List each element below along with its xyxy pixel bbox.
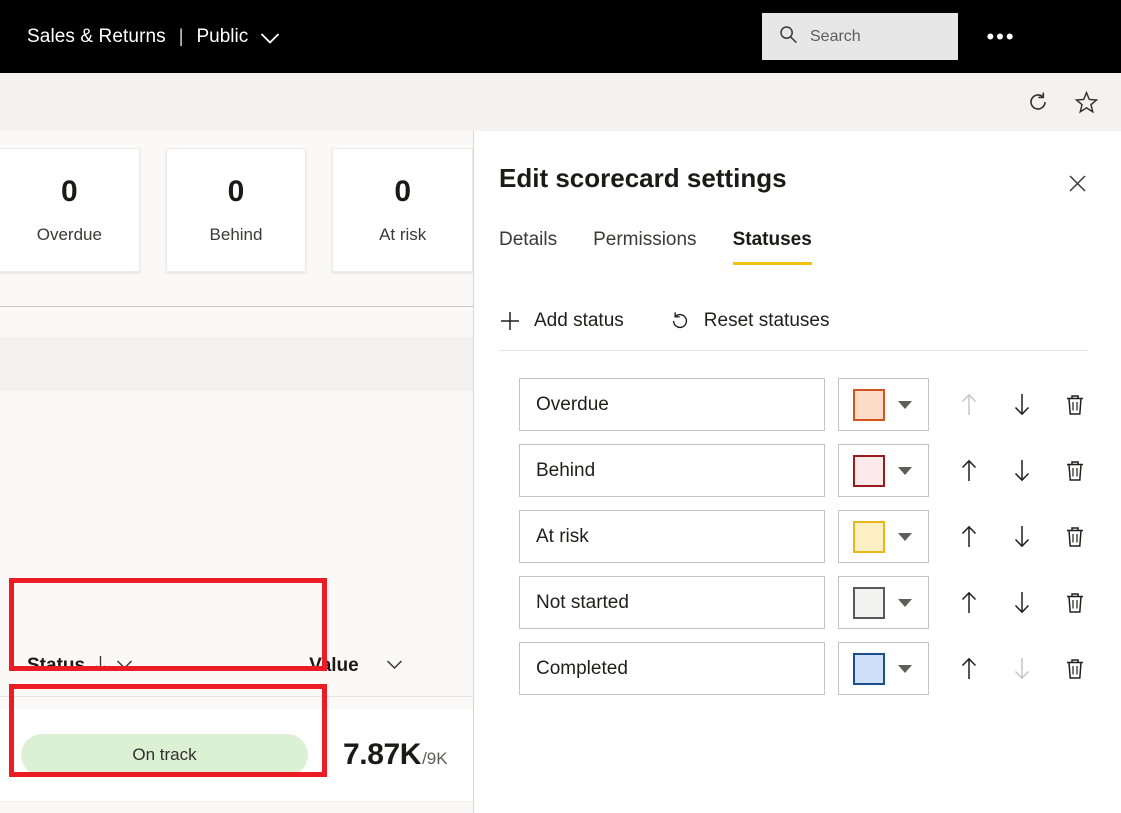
close-icon[interactable] <box>1060 166 1094 200</box>
status-row: Behind <box>474 444 1121 497</box>
tab-details[interactable]: Details <box>499 229 557 265</box>
top-navigation-bar: Sales & Returns | Public Search ••• <box>0 0 1121 73</box>
chevron-down-icon[interactable] <box>898 598 912 607</box>
delete-status-button[interactable] <box>1053 647 1097 691</box>
move-down-button[interactable] <box>1000 647 1044 691</box>
star-icon[interactable] <box>1065 81 1107 123</box>
chevron-down-icon[interactable] <box>898 532 912 541</box>
panel-tab-list: Details Permissions Statuses <box>499 229 848 265</box>
tab-statuses[interactable]: Statuses <box>732 229 812 265</box>
color-swatch <box>853 520 885 553</box>
kpi-label: At risk <box>379 225 427 244</box>
delete-status-button[interactable] <box>1053 581 1097 625</box>
kpi-label: Behind <box>209 225 263 244</box>
reset-statuses-label: Reset statuses <box>703 310 830 331</box>
value-current: 7.87K <box>343 738 422 771</box>
move-down-button[interactable] <box>1000 383 1044 427</box>
chevron-down-icon[interactable] <box>260 32 280 45</box>
kpi-value: 0 <box>227 175 245 208</box>
status-cell[interactable]: On track <box>0 734 327 776</box>
kpi-card-strip: 0 Overdue 0 Behind 0 At risk <box>0 148 473 274</box>
column-header-label: Value <box>309 655 359 676</box>
move-up-button[interactable] <box>947 647 991 691</box>
chevron-down-icon[interactable] <box>898 400 912 409</box>
move-down-button[interactable] <box>1000 515 1044 559</box>
report-canvas: 0 Overdue 0 Behind 0 At risk Status Valu… <box>0 131 473 813</box>
status-color-picker[interactable] <box>838 576 929 629</box>
column-header-value[interactable]: Value <box>309 655 403 677</box>
status-color-picker[interactable] <box>838 378 929 431</box>
kpi-card-overdue[interactable]: 0 Overdue <box>0 148 140 272</box>
more-options-button[interactable]: ••• <box>978 14 1024 59</box>
search-placeholder: Search <box>810 27 861 45</box>
chevron-down-icon[interactable] <box>116 657 133 675</box>
kpi-value: 0 <box>60 175 78 208</box>
color-swatch <box>853 586 885 619</box>
status-list: Overdue Behind At risk Not started Compl… <box>474 378 1121 708</box>
table-header-row: Status Value <box>0 636 473 697</box>
status-name-input[interactable]: Not started <box>519 576 825 629</box>
status-row: Completed <box>474 642 1121 695</box>
status-row: Not started <box>474 576 1121 629</box>
delete-status-button[interactable] <box>1053 383 1097 427</box>
kpi-card-at-risk[interactable]: 0 At risk <box>332 148 473 272</box>
column-header-status[interactable]: Status <box>27 655 133 677</box>
secondary-toolbar <box>0 73 1121 131</box>
move-up-button[interactable] <box>947 449 991 493</box>
chevron-down-icon[interactable] <box>898 664 912 673</box>
app-title[interactable]: Sales & Returns <box>27 26 166 48</box>
report-spacer-lower <box>0 337 473 391</box>
chevron-down-icon[interactable] <box>898 466 912 475</box>
search-input[interactable]: Search <box>762 13 958 60</box>
move-up-button[interactable] <box>947 581 991 625</box>
workspace-name[interactable]: Public <box>196 26 248 48</box>
refresh-icon[interactable] <box>1017 81 1059 123</box>
status-row: At risk <box>474 510 1121 563</box>
color-swatch <box>853 388 885 421</box>
value-cell: 7.87K /9K <box>343 738 448 772</box>
table-row[interactable]: On track 7.87K /9K <box>0 709 473 802</box>
tab-permissions[interactable]: Permissions <box>593 229 696 265</box>
row-gap <box>0 802 473 813</box>
column-header-label: Status <box>27 655 86 676</box>
breadcrumb-separator: | <box>178 25 184 46</box>
status-name-input[interactable]: Completed <box>519 642 825 695</box>
chevron-down-icon[interactable] <box>386 657 403 675</box>
delete-status-button[interactable] <box>1053 515 1097 559</box>
status-name-input[interactable]: Behind <box>519 444 825 497</box>
move-up-button[interactable] <box>947 515 991 559</box>
status-color-picker[interactable] <box>838 444 929 497</box>
reset-icon <box>669 310 691 332</box>
status-color-picker[interactable] <box>838 642 929 695</box>
move-up-button[interactable] <box>947 383 991 427</box>
command-bar-divider <box>499 350 1087 351</box>
delete-status-button[interactable] <box>1053 449 1097 493</box>
status-row: Overdue <box>474 378 1121 431</box>
value-target: /9K <box>422 749 448 768</box>
kpi-value: 0 <box>394 175 412 208</box>
kpi-label: Overdue <box>36 225 102 244</box>
edit-scorecard-settings-panel: Edit scorecard settings Details Permissi… <box>473 131 1121 813</box>
kpi-card-behind[interactable]: 0 Behind <box>165 148 307 272</box>
add-status-button[interactable]: Add status <box>499 310 624 332</box>
panel-command-bar: Add status Reset statuses <box>499 310 829 332</box>
app-root: Sales & Returns | Public Search ••• 0 Ov… <box>0 0 1121 813</box>
move-down-button[interactable] <box>1000 581 1044 625</box>
reset-statuses-button[interactable]: Reset statuses <box>669 310 830 332</box>
report-spacer-upper <box>0 306 473 337</box>
status-name-input[interactable]: Overdue <box>519 378 825 431</box>
plus-icon <box>499 310 521 332</box>
page-title: Edit scorecard settings <box>499 163 787 193</box>
breadcrumb: Sales & Returns | Public <box>27 26 280 48</box>
status-name-input[interactable]: At risk <box>519 510 825 563</box>
color-swatch <box>853 454 885 487</box>
color-swatch <box>853 652 885 685</box>
move-down-button[interactable] <box>1000 449 1044 493</box>
search-icon <box>779 25 798 49</box>
add-status-label: Add status <box>534 310 624 331</box>
arrow-down-icon[interactable] <box>94 655 107 677</box>
status-color-picker[interactable] <box>838 510 929 563</box>
status-badge[interactable]: On track <box>21 734 308 776</box>
